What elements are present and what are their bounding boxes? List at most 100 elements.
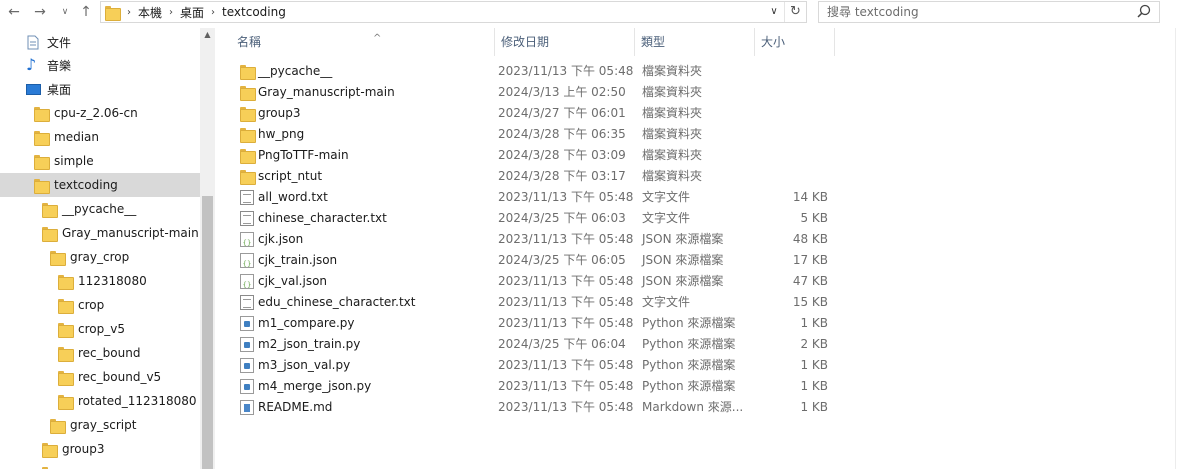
markdown-file-icon: [240, 400, 254, 415]
nav-item-label: __pycache__: [62, 202, 137, 216]
nav-item-pycache[interactable]: __pycache__: [0, 197, 200, 221]
file-date: 2023/11/13 下午 05:48: [498, 316, 634, 330]
file-type: 檔案資料夾: [642, 106, 703, 120]
file-row[interactable]: group3 2024/3/27 下午 06:01 檔案資料夾: [235, 103, 835, 124]
file-row[interactable]: Gray_manuscript-main 2024/3/13 上午 02:50 …: [235, 82, 835, 103]
json-file-icon: {}: [240, 274, 254, 289]
file-name: hw_png: [258, 127, 305, 141]
json-file-icon: {}: [240, 253, 254, 268]
nav-item-simple[interactable]: simple: [0, 149, 200, 173]
file-type: 檔案資料夾: [642, 85, 703, 99]
file-size: 17 KB: [792, 253, 828, 267]
nav-item-cpu-z[interactable]: cpu-z_2.06-cn: [0, 101, 200, 125]
nav-item-crop[interactable]: crop: [0, 293, 200, 317]
file-size: 1 KB: [800, 358, 828, 372]
back-arrow-icon[interactable]: ←: [4, 2, 24, 22]
file-type: Markdown 來源...: [642, 400, 744, 414]
nav-item-gray-script[interactable]: gray_script: [0, 413, 200, 437]
nav-item-gray-crop[interactable]: gray_crop: [0, 245, 200, 269]
file-date: 2023/11/13 下午 05:48: [498, 358, 634, 372]
scrollbar-thumb[interactable]: [202, 196, 213, 469]
folder-icon: [58, 346, 74, 362]
nav-item-group3[interactable]: group3: [0, 437, 200, 461]
file-row[interactable]: __pycache__ 2023/11/13 下午 05:48 檔案資料夾: [235, 61, 835, 82]
file-date: 2024/3/28 下午 03:17: [498, 169, 626, 183]
file-name: README.md: [258, 400, 333, 414]
file-row[interactable]: {} cjk_val.json 2023/11/13 下午 05:48 JSON…: [235, 271, 835, 292]
folder-icon: [50, 418, 66, 434]
file-row[interactable]: script_ntut 2024/3/28 下午 03:17 檔案資料夾: [235, 166, 835, 187]
file-row[interactable]: m4_merge_json.py 2023/11/13 下午 05:48 Pyt…: [235, 376, 835, 397]
file-row[interactable]: all_word.txt 2023/11/13 下午 05:48 文字文件 14…: [235, 187, 835, 208]
file-size: 15 KB: [792, 295, 828, 309]
file-row[interactable]: m3_json_val.py 2023/11/13 下午 05:48 Pytho…: [235, 355, 835, 376]
nav-item-rec-bound-v5[interactable]: rec_bound_v5: [0, 365, 200, 389]
forward-arrow-icon[interactable]: →: [30, 2, 50, 22]
nav-scrollbar[interactable]: ▲: [200, 28, 215, 469]
nav-item-112318080[interactable]: 112318080: [0, 269, 200, 293]
nav-item-gray-manuscript-main[interactable]: Gray_manuscript-main: [0, 221, 200, 245]
file-row[interactable]: edu_chinese_character.txt 2023/11/13 下午 …: [235, 292, 835, 313]
file-type: 文字文件: [642, 190, 691, 204]
breadcrumb-separator-icon[interactable]: ›: [123, 7, 135, 18]
file-type: Python 來源檔案: [642, 337, 736, 351]
refresh-icon[interactable]: ↻: [784, 2, 806, 22]
folder-icon: [58, 322, 74, 338]
nav-item-label: rec_bound: [78, 346, 141, 360]
scroll-up-arrow-icon[interactable]: ▲: [200, 30, 215, 39]
column-header-name[interactable]: 名稱 ^: [231, 28, 495, 56]
file-type: 文字文件: [642, 295, 691, 309]
file-type: Python 來源檔案: [642, 379, 736, 393]
address-bar[interactable]: › 本機 › 桌面 › textcoding ∨ ↻: [100, 1, 807, 23]
file-row[interactable]: README.md 2023/11/13 下午 05:48 Markdown 來…: [235, 397, 835, 418]
file-date: 2023/11/13 下午 05:48: [498, 232, 634, 246]
nav-item-crop-v5[interactable]: crop_v5: [0, 317, 200, 341]
file-row[interactable]: m1_compare.py 2023/11/13 下午 05:48 Python…: [235, 313, 835, 334]
nav-item-median[interactable]: median: [0, 125, 200, 149]
nav-item-label: median: [54, 130, 99, 144]
search-input[interactable]: [819, 2, 1119, 22]
nav-item-textcoding[interactable]: textcoding: [0, 173, 200, 197]
breadcrumb-desktop[interactable]: 桌面: [177, 4, 207, 21]
file-name: group3: [258, 106, 301, 120]
search-icon[interactable]: [1135, 3, 1153, 21]
column-header-size[interactable]: 大小: [755, 28, 835, 56]
search-box[interactable]: [818, 1, 1160, 23]
nav-item-partial[interactable]: [0, 461, 200, 469]
file-row[interactable]: m2_json_train.py 2024/3/25 下午 06:04 Pyth…: [235, 334, 835, 355]
file-type: JSON 來源檔案: [642, 274, 724, 288]
file-row[interactable]: {} cjk_train.json 2024/3/25 下午 06:05 JSO…: [235, 250, 835, 271]
nav-item-rotated-112318080[interactable]: rotated_112318080: [0, 389, 200, 413]
file-size: 1 KB: [800, 400, 828, 414]
column-header-type[interactable]: 類型: [635, 28, 755, 56]
file-row[interactable]: chinese_character.txt 2024/3/25 下午 06:03…: [235, 208, 835, 229]
nav-item-documents[interactable]: 文件: [0, 30, 200, 54]
file-type: 檔案資料夾: [642, 169, 703, 183]
breadcrumb-textcoding[interactable]: textcoding: [219, 5, 289, 19]
file-row[interactable]: PngToTTF-main 2024/3/28 下午 03:09 檔案資料夾: [235, 145, 835, 166]
file-date: 2023/11/13 下午 05:48: [498, 64, 634, 78]
column-header-date[interactable]: 修改日期: [495, 28, 635, 56]
file-row[interactable]: {} cjk.json 2023/11/13 下午 05:48 JSON 來源檔…: [235, 229, 835, 250]
document-icon: [27, 35, 39, 49]
file-row[interactable]: hw_png 2024/3/28 下午 06:35 檔案資料夾: [235, 124, 835, 145]
text-file-icon: [240, 211, 254, 226]
file-size: 48 KB: [792, 232, 828, 246]
nav-item-rec-bound[interactable]: rec_bound: [0, 341, 200, 365]
folder-icon: [240, 148, 256, 164]
file-name: edu_chinese_character.txt: [258, 295, 416, 309]
nav-item-music[interactable]: ♪ 音樂: [0, 53, 200, 77]
up-arrow-icon[interactable]: ↑: [76, 2, 96, 22]
breadcrumb-separator-icon[interactable]: ›: [165, 7, 177, 18]
recent-locations-chevron-icon[interactable]: ∨: [55, 2, 75, 22]
nav-item-desktop[interactable]: 桌面: [0, 77, 200, 101]
python-file-icon: [240, 379, 254, 394]
address-dropdown-chevron-icon[interactable]: ∨: [766, 2, 782, 22]
file-size: 2 KB: [800, 337, 828, 351]
folder-icon: [34, 130, 50, 146]
column-header-label: 大小: [761, 35, 786, 49]
breadcrumb-separator-icon[interactable]: ›: [207, 7, 219, 18]
folder-icon: [34, 106, 50, 122]
breadcrumb-this-pc[interactable]: 本機: [135, 4, 165, 21]
nav-item-label: gray_crop: [70, 250, 130, 264]
